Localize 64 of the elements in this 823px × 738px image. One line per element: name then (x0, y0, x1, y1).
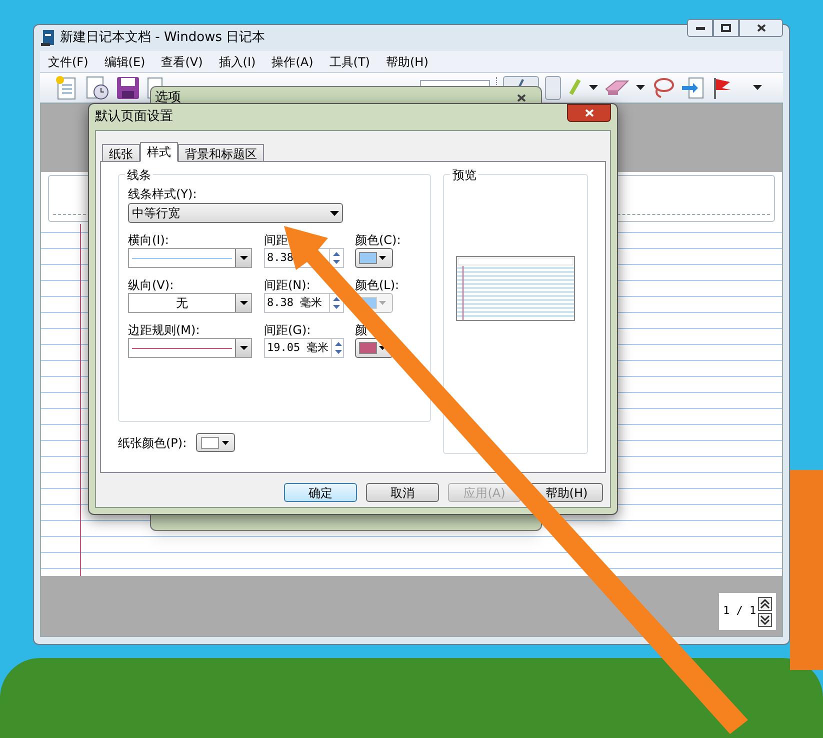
tab[interactable]: 样式 (140, 142, 178, 162)
tab[interactable]: 背景和标题区 (178, 144, 264, 161)
field-label: 颜色(L): (355, 277, 400, 293)
field-label: 颜 (355, 322, 368, 338)
journal-icon (40, 29, 56, 47)
menu-item[interactable]: 工具(T) (329, 52, 370, 70)
page-number: 1 / 1 (723, 603, 756, 620)
group-title: 预览 (450, 166, 478, 184)
dialog-title: 默认页面设置 (95, 108, 173, 126)
clock-document-icon[interactable] (84, 74, 110, 100)
window-title: 新建日记本文档 - Windows 日记本 (60, 29, 266, 48)
dialog-button[interactable]: 取消 (366, 483, 439, 502)
field-label: 颜色(C): (355, 232, 402, 248)
line-style-dropdown[interactable]: 中等行宽 (128, 203, 343, 223)
field-label: 边距规则(M): (128, 322, 201, 338)
color-button[interactable] (355, 248, 393, 268)
field-label: 间距 (264, 232, 289, 248)
caret-icon[interactable] (589, 85, 598, 90)
caret-icon (379, 301, 386, 305)
line-dropdown[interactable] (128, 338, 252, 358)
maximize-button[interactable] (713, 19, 739, 37)
dialog-title: 选项 (155, 89, 181, 108)
previous-page-icon[interactable] (758, 596, 772, 610)
caret-icon[interactable] (753, 85, 762, 90)
minimize-icon (696, 26, 704, 30)
maximize-icon (721, 24, 731, 32)
next-page-icon[interactable] (758, 612, 772, 626)
eraser-icon[interactable] (604, 78, 630, 96)
caret-icon (379, 256, 386, 260)
tab[interactable]: 纸张 (102, 144, 140, 161)
spin-box[interactable]: 19.05 毫米 (264, 338, 344, 358)
field-label: 线条样式(Y): (128, 186, 198, 203)
menu-item[interactable]: 帮助(H) (386, 52, 428, 70)
field-label: 纵向(V): (128, 277, 175, 293)
menu-item[interactable]: 操作(A) (272, 52, 314, 70)
flag-icon[interactable] (711, 76, 733, 100)
insert-document-icon[interactable] (681, 76, 705, 100)
pen-options-button[interactable] (545, 76, 561, 100)
paper-color-button[interactable] (196, 433, 235, 452)
menu-item[interactable]: 文件(F) (48, 52, 88, 70)
dialog-button[interactable]: 确定 (284, 483, 357, 502)
close-button[interactable] (739, 19, 783, 37)
caret-icon (240, 301, 248, 305)
save-icon[interactable] (116, 76, 140, 100)
close-icon (516, 94, 526, 102)
caret-icon[interactable] (636, 85, 645, 90)
close-button[interactable] (567, 104, 611, 122)
text-dropdown[interactable]: 无 (128, 293, 252, 313)
field-label: 横向(I): (128, 232, 170, 248)
minimize-button[interactable] (687, 19, 713, 37)
lasso-icon[interactable] (651, 76, 675, 98)
menu-item[interactable]: 插入(I) (218, 52, 256, 70)
close-icon (584, 109, 594, 117)
menu-item[interactable]: 查看(V) (161, 52, 203, 70)
menu-item[interactable]: 编辑(E) (104, 52, 146, 70)
caret-icon (240, 256, 248, 260)
close-icon (756, 24, 766, 32)
caret-icon (330, 210, 339, 216)
new-note-icon[interactable] (54, 74, 78, 100)
spin-box[interactable]: 8.38 毫米 (264, 293, 344, 313)
field-label: 间距(G): (264, 322, 312, 338)
field-label: 间距(N): (264, 277, 312, 293)
field-label: 纸张颜色(P): (118, 434, 187, 452)
line-dropdown[interactable] (128, 248, 252, 268)
